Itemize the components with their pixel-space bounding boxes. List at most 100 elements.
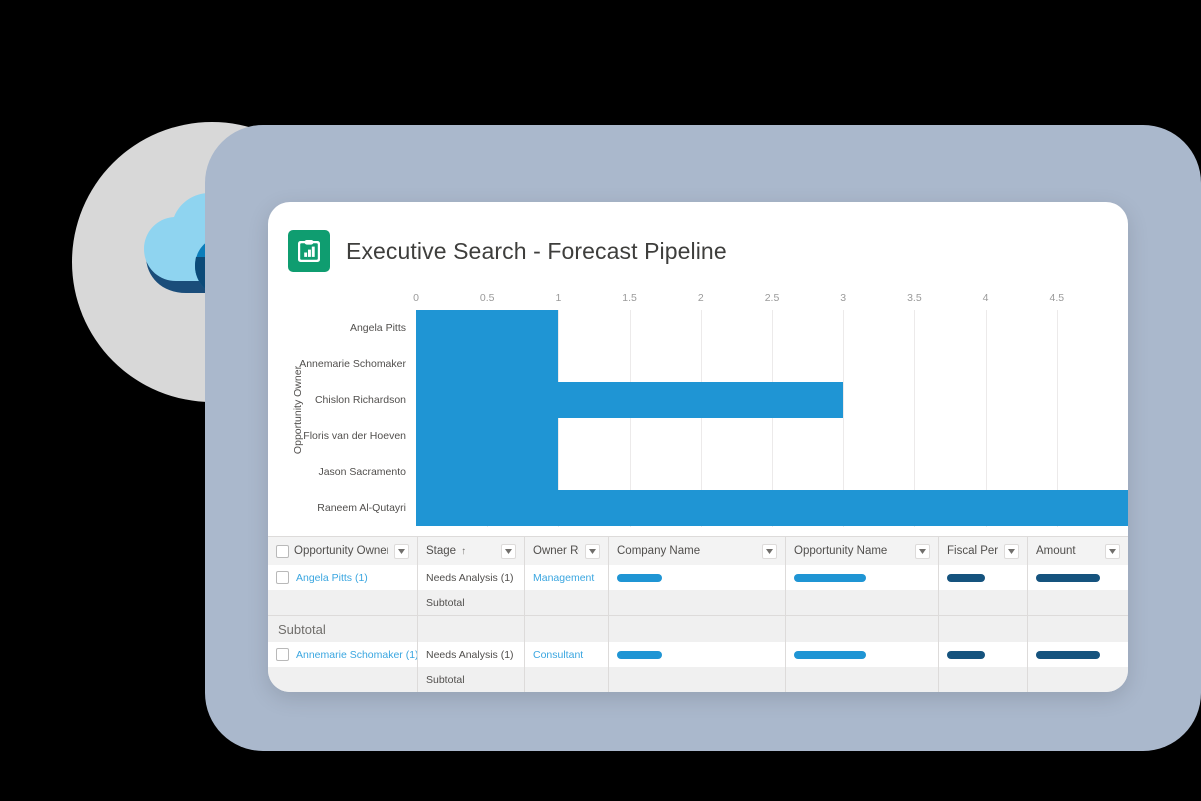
table-column-header-label: Opportunity Owner — [294, 545, 388, 557]
cell-text[interactable]: Management — [533, 572, 594, 584]
cell-text: Subtotal — [426, 673, 465, 686]
table-row[interactable]: Subtotal — [268, 590, 1128, 615]
redacted-value — [617, 573, 662, 582]
chart-plot-area: 0 0.5 1 1.5 2 2.5 3 3.5 4 4.5 Angela Pitts Annemar… — [299, 292, 1128, 527]
cell-text[interactable]: Consultant — [533, 649, 583, 661]
table-cell — [609, 616, 786, 642]
chart-bar[interactable] — [416, 346, 559, 382]
column-menu-chevron-down-icon[interactable] — [501, 543, 516, 559]
table-cell-stage: Needs Analysis (1) — [418, 642, 525, 667]
row-select-checkbox[interactable] — [276, 571, 289, 584]
table-cell-amount — [1028, 642, 1128, 667]
table-cell-fiscal — [939, 590, 1028, 615]
column-menu-chevron-down-icon[interactable] — [585, 543, 600, 559]
redacted-value — [1036, 650, 1100, 659]
chart-x-tick: 3 — [840, 292, 847, 304]
table-cell-owner — [268, 590, 418, 615]
chart: Opportunity Owner 0 0.5 1 1.5 2 2.5 3 3.5 4 4.5 A… — [268, 292, 1128, 527]
table-cell-company — [609, 642, 786, 667]
table-cell-fiscal — [939, 565, 1028, 590]
chart-x-axis: 0 0.5 1 1.5 2 2.5 3 3.5 4 4.5 — [413, 292, 1128, 310]
chart-bar[interactable] — [416, 454, 559, 490]
table-cell-opportunity — [786, 590, 939, 615]
cell-text: Needs Analysis (1) — [426, 571, 514, 584]
table-cell-opportunity — [786, 642, 939, 667]
chart-bar-row: Floris van der Hoeven — [303, 418, 1128, 454]
table-column-header[interactable]: Amount — [1028, 537, 1128, 565]
report-clipboard-chart-icon — [288, 230, 330, 272]
table-cell-opportunity — [786, 565, 939, 590]
table-column-header[interactable]: Fiscal Period — [939, 537, 1028, 565]
table-cell-amount — [1028, 667, 1128, 692]
table-row[interactable]: Angela Pitts (1) Needs Analysis (1) Manage… — [268, 565, 1128, 590]
table-column-header-label: Opportunity Name — [794, 545, 888, 557]
table-cell — [939, 616, 1028, 642]
table-cell-stage: Subtotal — [418, 590, 525, 615]
chart-x-tick: 4 — [982, 292, 989, 304]
column-menu-chevron-down-icon[interactable] — [1105, 543, 1120, 559]
table-cell-owner: Angela Pitts (1) — [268, 565, 418, 590]
table-cell-company — [609, 565, 786, 590]
chart-bar-row: Angela Pitts — [350, 310, 1128, 346]
table-column-header-label: Stage — [426, 545, 457, 557]
row-select-checkbox[interactable] — [276, 648, 289, 661]
chart-bar[interactable] — [416, 382, 844, 418]
table-column-header-label: Amount — [1036, 545, 1076, 557]
cell-text: Subtotal — [426, 596, 465, 609]
report-table: Opportunity Owner↑ Stage ↑ Owner Role Compan… — [268, 536, 1128, 692]
redacted-value — [947, 650, 985, 659]
table-cell-amount — [1028, 565, 1128, 590]
column-menu-chevron-down-icon[interactable] — [394, 543, 409, 559]
select-all-checkbox[interactable] — [276, 544, 289, 558]
table-column-header[interactable]: Stage ↑ — [418, 537, 525, 565]
redacted-value — [1036, 573, 1100, 582]
chart-bar[interactable] — [416, 310, 559, 346]
subtotal-label: Subtotal — [268, 616, 418, 642]
cell-text[interactable]: Annemarie Schomaker (1) — [296, 649, 417, 661]
card-header: Executive Search - Forecast Pipeline — [268, 202, 1128, 272]
chart-bar-label: Floris van der Hoeven — [303, 430, 406, 442]
column-menu-chevron-down-icon[interactable] — [1004, 543, 1019, 559]
table-cell — [525, 616, 609, 642]
chart-bar-label: Jason Sacramento — [318, 466, 406, 478]
table-cell-owner_role — [525, 667, 609, 692]
table-column-header[interactable]: Opportunity Name — [786, 537, 939, 565]
chart-bar[interactable] — [416, 490, 1128, 526]
table-cell-owner — [268, 667, 418, 692]
table-column-header-label: Fiscal Period — [947, 545, 998, 557]
table-cell — [418, 616, 525, 642]
chart-x-tick: 2.5 — [764, 292, 780, 304]
chart-bar-row: Annemarie Schomaker — [299, 346, 1128, 382]
chart-x-tick: 4.5 — [1049, 292, 1065, 304]
table-row[interactable]: Subtotal — [268, 615, 1128, 642]
redacted-value — [617, 650, 662, 659]
chart-bar-row: Chislon Richardson — [315, 382, 1128, 418]
column-menu-chevron-down-icon[interactable] — [762, 543, 777, 559]
redacted-value — [947, 573, 985, 582]
screenshot-root: Executive Search - Forecast Pipeline Opp… — [0, 0, 1201, 801]
table-cell-owner: Annemarie Schomaker (1) — [268, 642, 418, 667]
table-cell-amount — [1028, 590, 1128, 615]
table-header-row: Opportunity Owner↑ Stage ↑ Owner Role Compan… — [268, 537, 1128, 565]
table-cell-owner_role: Management — [525, 565, 609, 590]
sort-ascending-icon[interactable]: ↑ — [461, 546, 466, 557]
chart-bar-label: Angela Pitts — [349, 322, 406, 334]
chart-bar[interactable] — [416, 418, 559, 454]
chart-x-tick: 0.5 — [479, 292, 495, 304]
table-cell — [786, 616, 939, 642]
table-cell-company — [609, 590, 786, 615]
table-column-header[interactable]: Opportunity Owner↑ — [268, 537, 418, 565]
chart-x-tick: 3.5 — [907, 292, 922, 304]
chart-x-tick: 1 — [555, 292, 562, 304]
column-menu-chevron-down-icon[interactable] — [915, 543, 930, 559]
chart-y-axis-title: Opportunity Owner — [290, 292, 306, 527]
chart-x-tick: 1.5 — [622, 292, 637, 304]
table-column-header[interactable]: Company Name — [609, 537, 786, 565]
chart-bar-label: Chislon Richardson — [314, 394, 406, 406]
redacted-value — [794, 650, 866, 659]
table-column-header[interactable]: Owner Role — [525, 537, 609, 565]
table-row[interactable]: Subtotal — [268, 667, 1128, 692]
table-row[interactable]: Annemarie Schomaker (1) Needs Analysis (1… — [268, 642, 1128, 667]
cell-text[interactable]: Angela Pitts (1) — [296, 572, 368, 584]
table-cell-stage: Needs Analysis (1) — [418, 565, 525, 590]
